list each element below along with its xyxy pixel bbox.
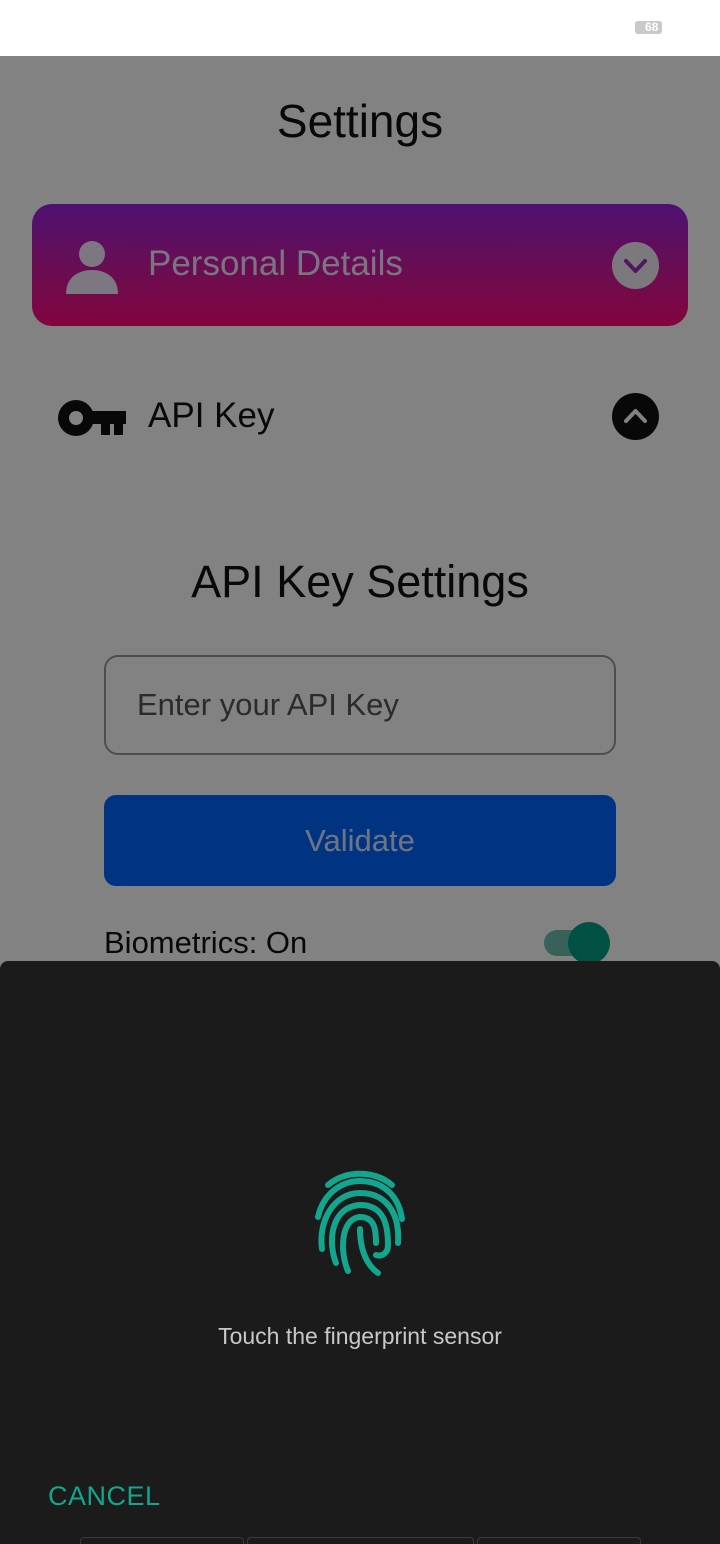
keyboard-key-peek	[247, 1537, 474, 1544]
keyboard-key-peek	[80, 1537, 244, 1544]
battery-level: 68	[645, 21, 659, 34]
screen: 68 Settings Personal Details API Key API…	[0, 0, 720, 1544]
keyboard-key-peek	[477, 1537, 641, 1544]
status-bar: 68	[0, 0, 720, 56]
cancel-button[interactable]: CANCEL	[48, 1481, 161, 1512]
fingerprint-icon	[315, 1170, 405, 1276]
fingerprint-message: Touch the fingerprint sensor	[218, 1323, 502, 1349]
battery-icon: 68	[635, 21, 662, 34]
biometric-prompt-sheet: Touch the fingerprint sensor CANCEL	[0, 961, 720, 1544]
